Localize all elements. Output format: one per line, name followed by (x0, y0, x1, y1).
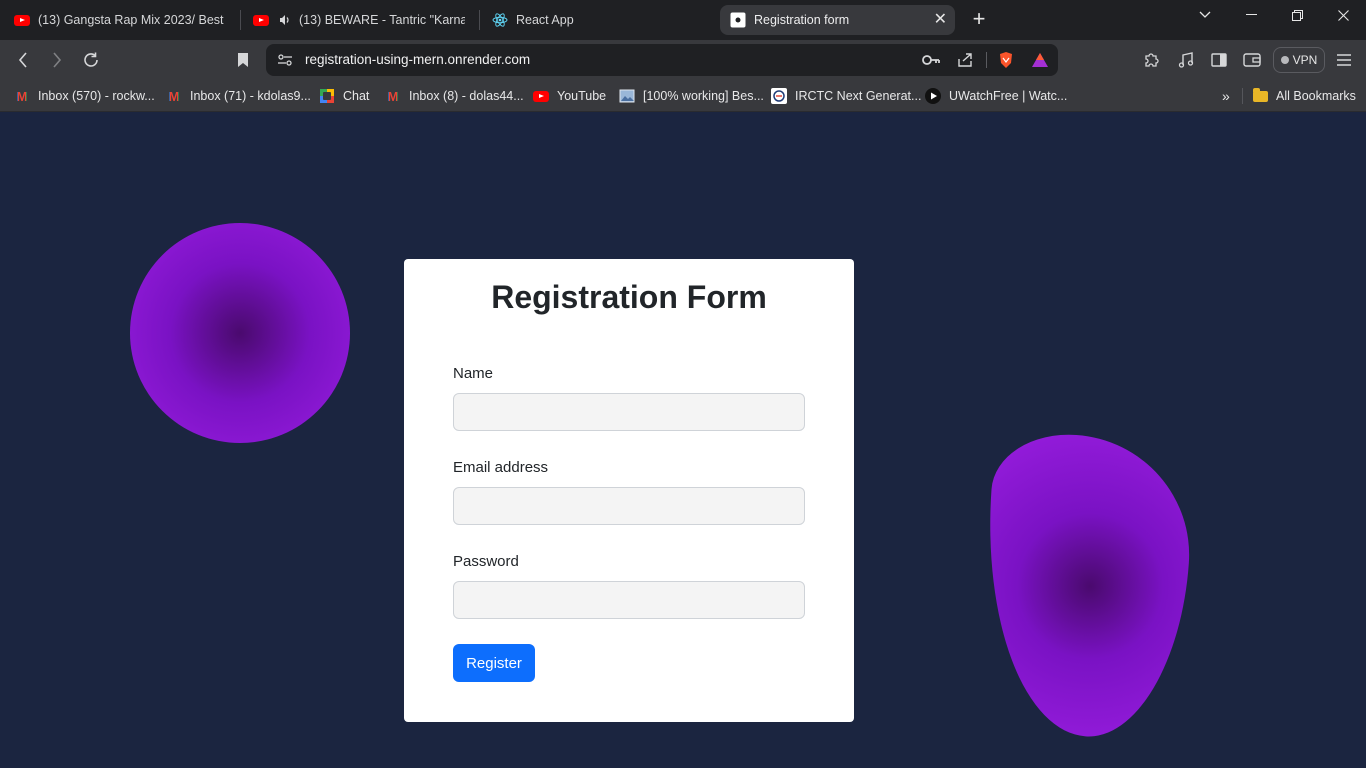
wallet-icon (1243, 53, 1261, 67)
site-info-icon[interactable] (273, 48, 297, 72)
image-icon (619, 88, 635, 104)
extensions-button[interactable] (1140, 48, 1164, 72)
decorative-circle (130, 223, 350, 443)
bookmark-label: Chat (343, 89, 370, 103)
vpn-status-icon (1280, 56, 1289, 64)
bookmark-label: Inbox (570) - rockw... (38, 89, 155, 103)
arrow-right-icon (53, 52, 62, 68)
youtube-icon (533, 88, 549, 104)
tab-beware[interactable]: (13) BEWARE - Tantric "Karna Pis (243, 5, 475, 35)
forward-button[interactable] (45, 48, 69, 72)
tab-title: (13) BEWARE - Tantric "Karna Pis (299, 13, 465, 27)
all-bookmarks-button[interactable]: All Bookmarks (1252, 86, 1356, 106)
speaker-icon[interactable] (277, 12, 293, 28)
bookmarks-bar: M Inbox (570) - rockw... M Inbox (71) - … (0, 80, 1366, 112)
youtube-icon (14, 12, 30, 28)
key-icon[interactable] (919, 48, 943, 72)
bookmark-label: Inbox (8) - dolas44... (409, 89, 524, 103)
divider (1242, 88, 1243, 104)
chevron-down-icon (1199, 11, 1211, 18)
tab-strip: (13) Gangsta Rap Mix 2023/ Best Hip (13)… (0, 0, 1366, 40)
gmail-icon: M (14, 88, 30, 104)
restore-icon (1291, 9, 1303, 21)
gmail-icon: M (166, 88, 182, 104)
youtube-icon (253, 12, 269, 28)
bookmark-chat[interactable]: Chat (319, 86, 369, 106)
bookmark-inbox-71[interactable]: M Inbox (71) - kdolas9... (166, 86, 311, 106)
email-input[interactable] (453, 487, 805, 525)
new-tab-button[interactable]: + (968, 8, 990, 30)
bookmarks-overflow-button[interactable]: » (1222, 86, 1230, 106)
vpn-label: VPN (1292, 53, 1318, 67)
music-note-icon (1178, 52, 1194, 68)
bookmark-100-working[interactable]: [100% working] Bes... (619, 86, 764, 106)
all-bookmarks-label: All Bookmarks (1276, 89, 1356, 103)
irctc-icon (771, 88, 787, 104)
tab-title: React App (516, 13, 574, 27)
tab-registration-form[interactable]: Registration form ✕ (720, 5, 955, 35)
folder-icon (1252, 87, 1268, 104)
tab-title: Registration form (754, 13, 850, 27)
registration-card: Registration Form Name Email address Pas… (404, 259, 854, 722)
page-icon (730, 12, 746, 28)
bookmark-icon (238, 53, 248, 67)
vpn-button[interactable]: VPN (1273, 47, 1325, 73)
bookmark-label: YouTube (557, 89, 607, 103)
bookmark-button[interactable] (231, 48, 255, 72)
close-window-button[interactable] (1320, 0, 1366, 30)
browser-toolbar: registration-using-mern.onrender.com VPN (0, 40, 1366, 80)
address-bar[interactable]: registration-using-mern.onrender.com (266, 44, 1058, 76)
tab-react-app[interactable]: React App (482, 5, 712, 35)
sidebar-button[interactable] (1207, 48, 1231, 72)
bookmark-label: IRCTC Next Generat... (795, 89, 922, 103)
minimize-button[interactable] (1228, 0, 1274, 30)
password-label: Password (453, 553, 519, 570)
bookmark-label: UWatchFree | Watc... (949, 89, 1068, 103)
minimize-icon (1245, 14, 1257, 15)
close-icon[interactable]: ✕ (934, 12, 947, 28)
password-input[interactable] (453, 581, 805, 619)
url-text[interactable]: registration-using-mern.onrender.com (305, 52, 530, 67)
tab-separator (479, 10, 480, 30)
sidebar-icon (1211, 53, 1227, 67)
tab-gangsta-rap[interactable]: (13) Gangsta Rap Mix 2023/ Best Hip (4, 5, 238, 35)
reload-icon (84, 52, 98, 67)
bookmark-label: Inbox (71) - kdolas9... (190, 89, 311, 103)
email-label: Email address (453, 459, 549, 476)
decorative-blob (974, 429, 1198, 743)
chat-icon (319, 88, 335, 104)
name-label: Name (453, 365, 494, 382)
react-icon (492, 12, 508, 28)
close-icon (1337, 9, 1349, 21)
hamburger-icon (1337, 54, 1351, 66)
bookmark-inbox-570[interactable]: M Inbox (570) - rockw... (14, 86, 155, 106)
gmail-icon: M (385, 88, 401, 104)
bookmark-uwatchfree[interactable]: UWatchFree | Watc... (925, 86, 1067, 106)
reload-button[interactable] (79, 48, 103, 72)
arrow-left-icon (18, 52, 27, 68)
share-icon[interactable] (953, 48, 977, 72)
back-button[interactable] (11, 48, 35, 72)
divider (986, 52, 987, 68)
restore-button[interactable] (1274, 0, 1320, 30)
bookmark-irctc[interactable]: IRCTC Next Generat... (771, 86, 921, 106)
brave-rewards-icon[interactable] (1028, 48, 1052, 72)
wallet-button[interactable] (1240, 48, 1264, 72)
puzzle-icon (1145, 53, 1159, 67)
form-title: Registration Form (491, 279, 767, 315)
name-input[interactable] (453, 393, 805, 431)
register-button[interactable]: Register (453, 644, 535, 682)
media-button[interactable] (1174, 48, 1198, 72)
bookmark-inbox-8[interactable]: M Inbox (8) - dolas44... (385, 86, 524, 106)
tab-title: (13) Gangsta Rap Mix 2023/ Best Hip (38, 13, 228, 27)
page-content: Registration Form Name Email address Pas… (0, 112, 1366, 768)
play-icon (925, 88, 941, 104)
bookmark-youtube[interactable]: YouTube (533, 86, 606, 106)
brave-shields-icon[interactable] (994, 48, 1018, 72)
tab-search-button[interactable] (1182, 0, 1228, 30)
menu-button[interactable] (1332, 48, 1356, 72)
bookmark-label: [100% working] Bes... (643, 89, 764, 103)
tab-separator (240, 10, 241, 30)
